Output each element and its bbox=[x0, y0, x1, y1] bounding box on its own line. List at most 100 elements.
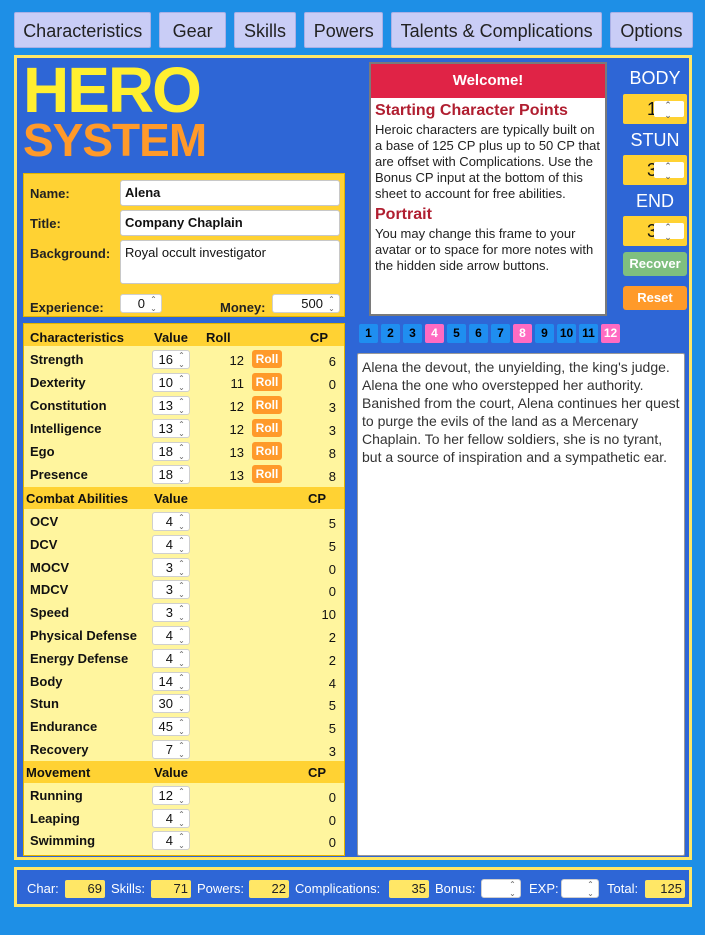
roll-button[interactable]: Roll bbox=[252, 442, 282, 460]
roll-button[interactable]: Roll bbox=[252, 373, 282, 391]
combat-row-name: Physical Defense bbox=[30, 628, 137, 643]
name-field[interactable]: Alena bbox=[120, 180, 340, 206]
page-tab-10[interactable]: 10 bbox=[557, 324, 576, 343]
title-field[interactable]: Company Chaplain bbox=[120, 210, 340, 236]
char-total: 69 bbox=[65, 880, 105, 898]
roll-button[interactable]: Roll bbox=[252, 419, 282, 437]
characteristic-row: Dexterity 10 11 Roll 0 bbox=[24, 371, 344, 394]
tab-options[interactable]: Options bbox=[609, 12, 693, 48]
tab-characteristics[interactable]: Characteristics bbox=[14, 12, 152, 48]
page-tab-5[interactable]: 5 bbox=[447, 324, 466, 343]
combat-row-cp: 0 bbox=[328, 561, 336, 577]
combat-row-value-stepper[interactable]: 7 bbox=[152, 740, 190, 759]
characteristic-value-stepper[interactable]: 16 bbox=[152, 350, 190, 369]
roll-button[interactable]: Roll bbox=[252, 396, 282, 414]
combat-row: Body 14 4 bbox=[24, 670, 344, 693]
recover-button[interactable]: Recover bbox=[623, 252, 687, 276]
tab-talents-complications[interactable]: Talents & Complications bbox=[391, 12, 602, 48]
movement-row-cp: 0 bbox=[328, 835, 336, 850]
welcome-text-portrait: You may change this frame to your avatar… bbox=[375, 226, 594, 273]
reset-button[interactable]: Reset bbox=[623, 286, 687, 310]
page-tab-9[interactable]: 9 bbox=[535, 324, 554, 343]
col-value: Value bbox=[154, 491, 188, 506]
combat-row-value-stepper[interactable]: 14 bbox=[152, 671, 190, 691]
tab-powers[interactable]: Powers bbox=[304, 12, 384, 48]
bonus-stepper[interactable]: 2 bbox=[481, 879, 521, 898]
combat-header: Combat Abilities Value CP bbox=[24, 487, 344, 509]
combat-row: Recovery 7 3 bbox=[24, 738, 344, 761]
stun-stepper[interactable]: 30 bbox=[623, 155, 687, 185]
characteristic-value-stepper[interactable]: 18 bbox=[152, 465, 190, 484]
logo-system: SYSTEM bbox=[23, 114, 207, 166]
characteristic-row: Presence 18 13 Roll 8 bbox=[24, 463, 344, 486]
experience-stepper[interactable]: 0 bbox=[120, 294, 162, 313]
character-sheet: HERO SYSTEM Name: Alena Title: Company C… bbox=[14, 55, 692, 860]
page-tab-6[interactable]: 6 bbox=[469, 324, 488, 343]
combat-row: Speed 3 10 bbox=[24, 601, 344, 624]
end-label: END bbox=[635, 191, 674, 211]
combat-row-cp: 2 bbox=[328, 652, 336, 668]
page-tab-4[interactable]: 4 bbox=[425, 324, 444, 343]
characteristic-value-stepper[interactable]: 13 bbox=[152, 396, 190, 415]
combat-row-value-stepper[interactable]: 3 bbox=[152, 557, 190, 577]
characteristic-cp: 6 bbox=[328, 354, 336, 369]
body-stepper[interactable]: 12 bbox=[623, 94, 687, 124]
combat-row-cp: 5 bbox=[328, 516, 336, 531]
powers-total: 22 bbox=[249, 880, 289, 898]
characteristic-row: Ego 18 13 Roll 8 bbox=[24, 440, 344, 463]
page-tab-2[interactable]: 2 bbox=[381, 324, 400, 343]
combat-row: DCV 4 5 bbox=[24, 533, 344, 556]
characteristic-value-stepper[interactable]: 10 bbox=[152, 373, 190, 392]
combat-row-name: Body bbox=[30, 673, 63, 689]
tab-gear[interactable]: Gear bbox=[159, 12, 226, 48]
notes-textarea[interactable]: Alena the devout, the unyielding, the ki… bbox=[357, 353, 685, 856]
complications-label: Complications: bbox=[295, 881, 381, 896]
movement-row-value-stepper[interactable]: 4 bbox=[152, 808, 190, 828]
movement-row-cp: 0 bbox=[328, 812, 336, 828]
combat-row-value-stepper[interactable]: 3 bbox=[152, 580, 190, 600]
characteristic-roll: 11 bbox=[230, 376, 245, 391]
combat-row-value-stepper[interactable]: 4 bbox=[152, 626, 190, 645]
movement-row-name: Swimming bbox=[30, 833, 96, 848]
combat-row-value-stepper[interactable]: 4 bbox=[152, 648, 190, 668]
combat-row-name: MDCV bbox=[30, 582, 69, 598]
money-stepper[interactable]: 500 bbox=[272, 294, 340, 313]
combat-row-value-stepper[interactable]: 30 bbox=[152, 694, 190, 714]
tab-skills[interactable]: Skills bbox=[233, 12, 297, 48]
combat-row-name: Stun bbox=[30, 696, 59, 712]
roll-button[interactable]: Roll bbox=[252, 350, 282, 368]
exp-stepper[interactable]: 0 bbox=[561, 879, 599, 898]
movement-row-cp: 0 bbox=[328, 790, 336, 805]
combat-row-value-stepper[interactable]: 4 bbox=[152, 512, 190, 531]
combat-row-value-stepper[interactable]: 3 bbox=[152, 603, 190, 623]
roll-button[interactable]: Roll bbox=[252, 465, 282, 483]
combat-row-name: DCV bbox=[30, 536, 58, 552]
page-tab-11[interactable]: 11 bbox=[579, 324, 598, 343]
combat-row-cp: 5 bbox=[328, 538, 336, 554]
characteristic-value-stepper[interactable]: 13 bbox=[152, 419, 190, 438]
experience-label: Experience: bbox=[30, 300, 104, 315]
characteristic-name: Dexterity bbox=[30, 375, 86, 390]
characteristic-cp: 3 bbox=[328, 423, 336, 438]
page-tab-8[interactable]: 8 bbox=[513, 324, 532, 343]
characteristic-roll: 13 bbox=[229, 445, 244, 460]
page-tab-3[interactable]: 3 bbox=[403, 324, 422, 343]
exp-label: EXP: bbox=[529, 881, 559, 896]
combat-row-value-stepper[interactable]: 4 bbox=[152, 534, 190, 554]
combat-row: MOCV 3 0 bbox=[24, 556, 344, 579]
page-tab-12[interactable]: 12 bbox=[601, 324, 620, 343]
movement-row-value-stepper[interactable]: 4 bbox=[152, 831, 190, 850]
page-tab-1[interactable]: 1 bbox=[359, 324, 378, 343]
characteristic-name: Intelligence bbox=[30, 421, 102, 436]
combat-row-value-stepper[interactable]: 45 bbox=[152, 717, 190, 737]
bonus-label: Bonus: bbox=[435, 881, 476, 896]
characteristic-value-stepper[interactable]: 18 bbox=[152, 442, 190, 461]
combat-row: Physical Defense 4 2 bbox=[24, 624, 344, 647]
movement-row-value-stepper[interactable]: 12 bbox=[152, 786, 190, 805]
combat-row-cp: 5 bbox=[328, 698, 336, 714]
end-stepper[interactable]: 33 bbox=[623, 216, 687, 246]
characteristic-name: Constitution bbox=[30, 398, 107, 413]
welcome-header: Welcome! bbox=[371, 64, 605, 98]
background-field[interactable]: Royal occult investigator bbox=[120, 240, 340, 284]
page-tab-7[interactable]: 7 bbox=[491, 324, 510, 343]
